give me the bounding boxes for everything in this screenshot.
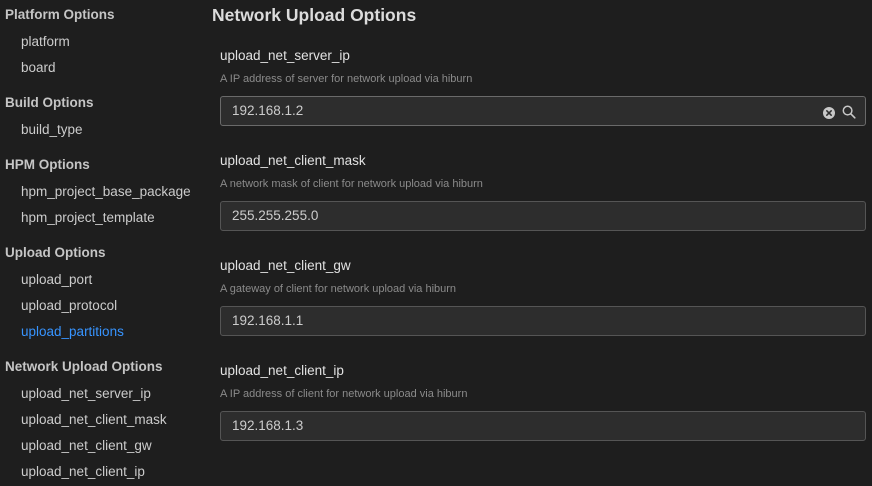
setting-description-client-mask: A network mask of client for network upl…	[220, 178, 483, 190]
client-mask-field[interactable]: 255.255.255.0	[220, 201, 866, 231]
sidebar-group-hpm-options[interactable]: HPM Options	[5, 157, 90, 173]
sidebar: Platform Options platform board Build Op…	[0, 0, 205, 486]
server-ip-value[interactable]: 192.168.1.2	[232, 103, 303, 119]
sidebar-item-upload-port[interactable]: upload_port	[21, 272, 92, 288]
sidebar-group-platform-options[interactable]: Platform Options	[5, 7, 115, 23]
client-ip-value[interactable]: 192.168.1.3	[232, 418, 303, 434]
setting-label-server-ip: upload_net_server_ip	[220, 48, 350, 63]
setting-description-server-ip: A IP address of server for network uploa…	[220, 73, 473, 85]
sidebar-group-network-upload-options[interactable]: Network Upload Options	[5, 359, 163, 375]
sidebar-item-upload-net-client-mask[interactable]: upload_net_client_mask	[21, 412, 167, 428]
sidebar-item-build-type[interactable]: build_type	[21, 122, 83, 138]
sidebar-item-hpm-project-template[interactable]: hpm_project_template	[21, 210, 155, 226]
settings-page: Platform Options platform board Build Op…	[0, 0, 872, 486]
setting-label-client-gw: upload_net_client_gw	[220, 258, 351, 273]
sidebar-item-upload-net-client-ip[interactable]: upload_net_client_ip	[21, 464, 145, 480]
section-title: Network Upload Options	[212, 5, 417, 25]
setting-description-client-ip: A IP address of client for network uploa…	[220, 388, 468, 400]
sidebar-item-hpm-project-base-package[interactable]: hpm_project_base_package	[21, 184, 191, 200]
setting-label-client-ip: upload_net_client_ip	[220, 363, 344, 378]
client-gw-value[interactable]: 192.168.1.1	[232, 313, 303, 329]
sidebar-item-platform[interactable]: platform	[21, 34, 70, 50]
sidebar-group-upload-options[interactable]: Upload Options	[5, 245, 106, 261]
clear-icon[interactable]	[823, 106, 835, 119]
setting-label-client-mask: upload_net_client_mask	[220, 153, 366, 168]
sidebar-item-upload-protocol[interactable]: upload_protocol	[21, 298, 117, 314]
sidebar-item-board[interactable]: board	[21, 60, 56, 76]
sidebar-group-build-options[interactable]: Build Options	[5, 95, 94, 111]
client-gw-field[interactable]: 192.168.1.1	[220, 306, 866, 336]
server-ip-field[interactable]: 192.168.1.2	[220, 96, 866, 126]
client-ip-field[interactable]: 192.168.1.3	[220, 411, 866, 441]
sidebar-item-upload-partitions[interactable]: upload_partitions	[21, 324, 124, 340]
setting-description-client-gw: A gateway of client for network upload v…	[220, 283, 457, 295]
search-icon[interactable]	[842, 105, 856, 119]
sidebar-item-upload-net-server-ip[interactable]: upload_net_server_ip	[21, 386, 151, 402]
client-mask-value[interactable]: 255.255.255.0	[232, 208, 318, 224]
sidebar-item-upload-net-client-gw[interactable]: upload_net_client_gw	[21, 438, 152, 454]
